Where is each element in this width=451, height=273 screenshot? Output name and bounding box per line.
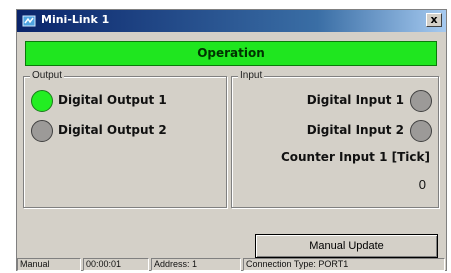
app-icon xyxy=(22,15,36,27)
digital-output-1-label: Digital Output 1 xyxy=(58,93,167,107)
counter-input-1-label: Counter Input 1 [Tick] xyxy=(280,150,430,164)
close-button[interactable]: x xyxy=(426,13,442,27)
digital-input-2-led xyxy=(410,120,432,142)
status-time: 00:00:01 xyxy=(83,258,149,271)
operation-status-banner: Operation xyxy=(25,41,437,66)
output-group: Output Digital Output 1 Digital Output 2 xyxy=(23,70,227,208)
mini-link-window: Mini-Link 1 x Operation Output Digital O… xyxy=(16,9,447,271)
status-mode: Manual xyxy=(17,258,81,271)
digital-output-2-label: Digital Output 2 xyxy=(58,123,167,137)
status-bar: Manual 00:00:01 Address: 1 Connection Ty… xyxy=(17,258,446,272)
manual-update-button[interactable]: Manual Update xyxy=(255,234,438,258)
digital-output-1-led[interactable] xyxy=(31,90,53,112)
status-connection: Connection Type: PORT1 xyxy=(243,258,445,271)
digital-input-2-label: Digital Input 2 xyxy=(306,123,404,137)
counter-input-1-value: 0 xyxy=(418,177,426,192)
operation-status-text: Operation xyxy=(197,46,265,60)
output-group-label: Output xyxy=(30,70,65,81)
window-title: Mini-Link 1 xyxy=(41,13,110,26)
digital-input-1-led xyxy=(410,90,432,112)
digital-output-2-led[interactable] xyxy=(31,120,53,142)
digital-input-1-label: Digital Input 1 xyxy=(306,93,404,107)
input-group-label: Input xyxy=(238,70,265,81)
title-bar[interactable]: Mini-Link 1 x xyxy=(17,10,446,32)
input-group: Input Digital Input 1 Digital Input 2 Co… xyxy=(231,70,439,208)
status-address: Address: 1 xyxy=(151,258,241,271)
